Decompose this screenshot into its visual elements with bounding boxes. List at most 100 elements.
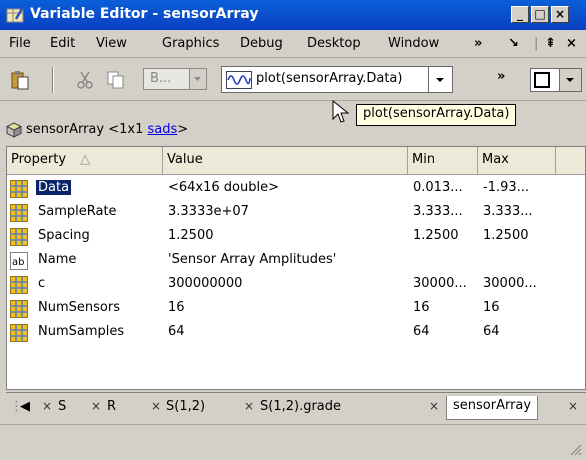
menu-file[interactable]: File: [9, 36, 31, 51]
value-cell[interactable]: <64x16 double>: [168, 180, 279, 195]
property-name[interactable]: c: [36, 276, 47, 291]
plot-wave-icon: [226, 71, 252, 89]
matrix-icon: [10, 300, 28, 318]
breadcrumb-prefix: sensorArray <1x1: [26, 122, 148, 137]
min-cell[interactable]: 0.013...: [413, 180, 463, 195]
class-link[interactable]: sads: [148, 122, 178, 137]
title-bar: Variable Editor - sensorArray _ □ ×: [0, 0, 586, 30]
cut-icon[interactable]: [75, 70, 95, 90]
plot-dropdown-arrow-icon[interactable]: [428, 67, 452, 92]
minimize-button[interactable]: _: [511, 6, 529, 23]
mouse-cursor-icon: [332, 100, 350, 123]
max-cell[interactable]: 16: [483, 300, 500, 315]
tab-s-1-2[interactable]: S(1,2): [166, 399, 205, 414]
table-row[interactable]: SampleRate 3.3333e+07 3.333... 3.333...: [7, 201, 585, 225]
paste-icon[interactable]: [10, 70, 30, 90]
menu-close-icon[interactable]: ×: [566, 36, 577, 51]
property-name[interactable]: Spacing: [36, 228, 92, 243]
tab-close-icon[interactable]: ×: [42, 399, 52, 413]
tab-close-icon[interactable]: ×: [568, 399, 578, 413]
tab-close-icon[interactable]: ×: [244, 399, 254, 413]
close-button[interactable]: ×: [551, 6, 569, 23]
tab-close-icon[interactable]: ×: [151, 399, 161, 413]
tab-s-1-2-grade[interactable]: S(1,2).grade: [260, 399, 341, 414]
min-cell[interactable]: 64: [413, 324, 430, 339]
value-cell[interactable]: 300000000: [168, 276, 242, 291]
maximize-button[interactable]: □: [531, 6, 549, 23]
tab-close-icon[interactable]: ×: [429, 399, 439, 413]
variable-combo[interactable]: B...: [143, 68, 207, 90]
tab-r[interactable]: R: [107, 399, 116, 414]
matrix-icon: [10, 276, 28, 294]
menu-window[interactable]: Window: [388, 36, 439, 51]
min-cell[interactable]: 3.333...: [413, 204, 463, 219]
table-row[interactable]: Spacing 1.2500 1.2500 1.2500: [7, 225, 585, 249]
max-cell[interactable]: 1.2500: [483, 228, 529, 243]
value-cell[interactable]: 1.2500: [168, 228, 214, 243]
menu-desktop[interactable]: Desktop: [307, 36, 361, 51]
toolbar-overflow-icon[interactable]: »: [497, 69, 505, 84]
table-header: Property △ Value Min Max: [7, 147, 585, 175]
table-row[interactable]: NumSamples 64 64 64: [7, 321, 585, 345]
menu-view[interactable]: View: [96, 36, 127, 51]
menu-overflow-icon[interactable]: »: [474, 36, 482, 51]
tab-sensorarray[interactable]: sensorArray: [446, 396, 539, 420]
value-cell[interactable]: 64: [168, 324, 185, 339]
table-row[interactable]: c 300000000 30000... 30000...: [7, 273, 585, 297]
header-property-label: Property: [11, 152, 67, 167]
tab-scroll-left-icon[interactable]: ◀: [20, 399, 30, 414]
max-cell[interactable]: -1.93...: [483, 180, 529, 195]
property-name[interactable]: Name: [36, 252, 78, 267]
property-name[interactable]: SampleRate: [36, 204, 119, 219]
window-title: Variable Editor - sensorArray: [30, 6, 259, 22]
min-cell[interactable]: 30000...: [413, 276, 467, 291]
toolbar-separator: [52, 67, 54, 93]
menu-debug[interactable]: Debug: [240, 36, 283, 51]
tooltip: plot(sensorArray.Data): [356, 104, 517, 126]
table-row[interactable]: Data <64x16 double> 0.013... -1.93...: [7, 177, 585, 201]
plot-selector-button[interactable]: plot(sensorArray.Data): [221, 66, 453, 93]
square-icon: [534, 72, 550, 88]
min-cell[interactable]: 1.2500: [413, 228, 459, 243]
copy-icon[interactable]: [106, 70, 126, 90]
max-cell[interactable]: 64: [483, 324, 500, 339]
matrix-icon: [10, 204, 28, 222]
plot-selector-label: plot(sensorArray.Data): [256, 71, 403, 86]
menu-edit[interactable]: Edit: [50, 36, 75, 51]
property-name[interactable]: NumSamples: [36, 324, 126, 339]
min-cell[interactable]: 16: [413, 300, 430, 315]
header-value[interactable]: Value: [163, 147, 408, 174]
value-cell[interactable]: 3.3333e+07: [168, 204, 249, 219]
breadcrumb-text: sensorArray <1x1 sads>: [26, 122, 188, 137]
property-name[interactable]: Data: [34, 179, 73, 196]
breadcrumb-suffix: >: [177, 122, 189, 137]
variable-combo-text: B...: [150, 71, 172, 86]
value-cell[interactable]: 'Sensor Array Amplitudes': [168, 252, 336, 267]
menu-bar: File Edit View Graphics Debug Desktop Wi…: [0, 30, 586, 58]
header-min[interactable]: Min: [408, 147, 478, 174]
restore-icon[interactable]: ⇞: [545, 36, 556, 51]
style-dropdown-chevron-icon[interactable]: [559, 69, 581, 91]
header-max[interactable]: Max: [478, 147, 556, 174]
text-icon-label: ab: [12, 257, 24, 268]
menu-graphics[interactable]: Graphics: [162, 36, 219, 51]
value-cell[interactable]: 16: [168, 300, 185, 315]
property-table: Property △ Value Min Max Data <64x16 doub…: [6, 146, 586, 390]
table-row[interactable]: NumSensors 16 16 16: [7, 297, 585, 321]
max-cell[interactable]: 3.333...: [483, 204, 533, 219]
resize-grip-icon[interactable]: [568, 442, 582, 456]
tab-close-icon[interactable]: ×: [91, 399, 101, 413]
menu-separator: |: [534, 36, 539, 51]
tab-s[interactable]: S: [58, 399, 66, 414]
undock-icon[interactable]: ↘: [508, 36, 519, 51]
plot-style-combo[interactable]: [530, 68, 582, 92]
chevron-down-icon[interactable]: [189, 69, 206, 89]
property-name[interactable]: NumSensors: [36, 300, 122, 315]
matrix-icon: [10, 228, 28, 246]
max-cell[interactable]: 30000...: [483, 276, 537, 291]
variable-tabs: ⋮ ◀ × S × R × S(1,2) × S(1,2).grade × se…: [6, 392, 586, 422]
header-property[interactable]: Property △: [7, 147, 163, 174]
matrix-icon: [10, 324, 28, 342]
toolbar: B... plot(sensorArray.Data) »: [0, 58, 586, 101]
table-row[interactable]: ab Name 'Sensor Array Amplitudes': [7, 249, 585, 273]
